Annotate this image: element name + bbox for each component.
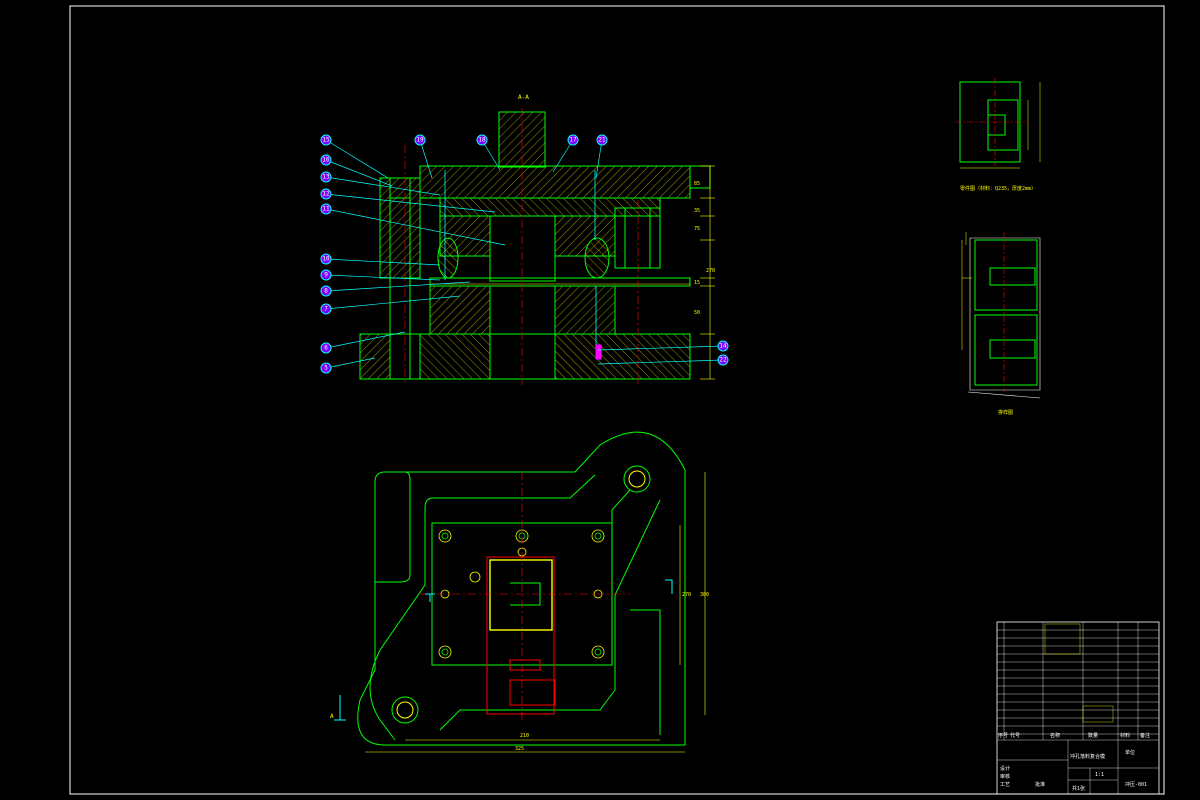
balloon-label-top-3: 21: [598, 137, 606, 144]
balloon-label-left-5: 10: [322, 256, 330, 263]
tb-unit: 单位: [1125, 749, 1135, 756]
part-drawing-caption: 零件图（材料：Q235，厚度2mm）: [960, 185, 1036, 192]
balloon-label-left-6: 9: [324, 272, 328, 279]
balloon-label-left-3: 12: [322, 191, 330, 198]
part-drawing: 零件图（材料：Q235，厚度2mm）: [955, 78, 1041, 192]
tb-col-header-3: 数量: [1088, 732, 1098, 739]
dim-section-1: 85: [694, 181, 700, 187]
dim-section-3: 75: [694, 226, 700, 232]
dim-section-4: 50: [694, 310, 700, 316]
strip-layout-caption: 排样图: [998, 409, 1013, 416]
tb-col-header-5: 备注: [1140, 732, 1150, 739]
section-view: A-A 85 35 75 50 15 270: [359, 94, 715, 385]
balloon-label-left-4: 11: [322, 206, 330, 213]
balloon-label-right-1: 22: [719, 357, 727, 364]
balloon-label-right-0: 14: [719, 343, 727, 350]
tb-col-header-2: 名称: [1050, 732, 1060, 739]
tb-drawing-no: 冲压-001: [1125, 781, 1147, 788]
dim-section-6: 270: [706, 268, 715, 274]
tb-drawing-name: 冲孔落料复合模: [1070, 753, 1105, 760]
dim-plan-3: 270: [682, 592, 691, 598]
dim-plan-1: 210: [520, 733, 529, 739]
tb-col-header-1: 代号: [1010, 732, 1020, 739]
balloon-label-top-2: 17: [569, 137, 577, 144]
cad-drawing-canvas: A-A 85 35 75 50 15 270 15161312111098765…: [69, 5, 1165, 795]
balloon-label-left-0: 15: [322, 137, 330, 144]
balloon-label-left-9: 6: [324, 345, 328, 352]
dim-section-5: 15: [694, 280, 700, 286]
dim-plan-4: 300: [700, 592, 709, 598]
tb-sheet: 共1张: [1072, 785, 1085, 792]
tb-scale: 1:1: [1095, 772, 1104, 778]
outer-frame: [69, 5, 1165, 795]
tb-col-header-4: 材料: [1120, 732, 1130, 739]
balloon-label-left-2: 13: [322, 174, 330, 181]
tb-approve: 批准: [1035, 781, 1045, 788]
tb-designer: 设计: [1000, 765, 1010, 772]
balloon-label-top-0: 19: [416, 137, 424, 144]
title-block: 冲孔落料复合模 冲压-001 1:1 共1张 设计 审核 工艺 批准 单位 序号…: [996, 621, 1160, 795]
tb-process: 工艺: [1000, 782, 1010, 788]
balloon-label-left-1: 16: [322, 157, 330, 164]
tb-col-header-0: 序号: [998, 732, 1008, 739]
side-label: A: [330, 713, 334, 720]
section-label: A-A: [518, 94, 529, 101]
balloon-label-top-1: 18: [478, 137, 486, 144]
balloon-label-left-8: 7: [324, 306, 328, 313]
balloon-label-left-10: 5: [324, 365, 328, 372]
dim-plan-2: 325: [515, 746, 524, 752]
balloon-label-left-7: 8: [324, 288, 328, 295]
strip-layout: 排样图: [961, 232, 1041, 416]
plan-view: A 210 325 270 300: [330, 431, 709, 753]
dim-section-2: 35: [694, 208, 700, 214]
tb-checker: 审核: [1000, 773, 1010, 780]
